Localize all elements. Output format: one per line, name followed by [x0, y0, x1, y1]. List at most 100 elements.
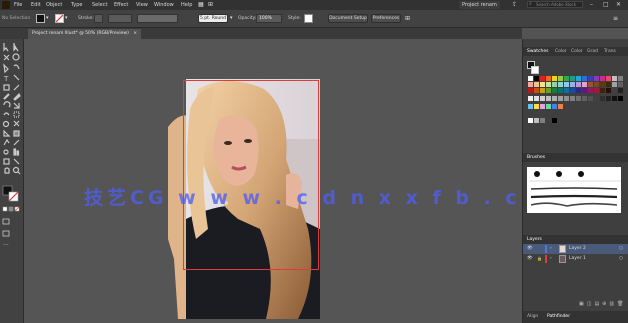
color-swatch[interactable] — [540, 88, 545, 93]
color-swatch[interactable] — [606, 82, 611, 87]
tab-transparency[interactable]: Trans — [604, 49, 616, 54]
color-swatch[interactable] — [534, 104, 539, 109]
canvas-area[interactable]: 技艺CG w w w . c d n x x f b . c n — [24, 39, 522, 323]
color-swatch[interactable] — [528, 118, 533, 123]
menu-select[interactable]: Select — [92, 2, 107, 8]
color-swatch[interactable] — [546, 104, 551, 109]
menu-object[interactable]: Object — [46, 2, 62, 8]
artboard-selection-bounds[interactable] — [183, 80, 319, 270]
color-swatch[interactable] — [612, 88, 617, 93]
color-swatch[interactable] — [552, 76, 557, 81]
menu-type[interactable]: Type — [71, 2, 82, 8]
color-swatch[interactable] — [576, 76, 581, 81]
opacity-input[interactable]: 100% — [256, 14, 282, 23]
tab-color[interactable]: Color — [555, 49, 567, 54]
layer-2-visibility-icon[interactable]: 👁 — [527, 244, 533, 254]
color-swatch[interactable] — [582, 88, 587, 93]
color-swatch[interactable] — [582, 82, 587, 87]
color-swatch[interactable] — [588, 96, 593, 101]
color-swatch[interactable] — [564, 88, 569, 93]
color-swatch[interactable] — [546, 88, 551, 93]
color-swatch[interactable] — [552, 104, 557, 109]
bridge-icon[interactable]: ▦ — [198, 1, 204, 8]
color-swatch[interactable] — [540, 76, 545, 81]
color-swatch[interactable] — [564, 96, 569, 101]
layer-row-layer-1[interactable]: 👁 🔒 › Layer 1 ○ — [523, 254, 628, 264]
color-swatch[interactable] — [612, 76, 617, 81]
color-swatch[interactable] — [588, 76, 593, 81]
color-swatch[interactable] — [558, 96, 563, 101]
color-swatch[interactable] — [558, 76, 563, 81]
color-swatch[interactable] — [600, 96, 605, 101]
color-swatch[interactable] — [570, 96, 575, 101]
color-swatch[interactable] — [534, 82, 539, 87]
color-swatch[interactable] — [546, 96, 551, 101]
tab-gradient[interactable]: Grad — [587, 49, 598, 54]
stroke-dropdown-icon[interactable]: ▾ — [65, 15, 68, 21]
color-swatch[interactable] — [552, 118, 557, 123]
color-swatch[interactable] — [600, 82, 605, 87]
color-swatch[interactable] — [576, 82, 581, 87]
minimize-icon[interactable]: – — [590, 1, 593, 8]
color-swatch[interactable] — [546, 76, 551, 81]
color-swatch[interactable] — [618, 88, 623, 93]
menu-file[interactable]: File — [14, 2, 22, 8]
color-swatch[interactable] — [528, 76, 533, 81]
color-swatch[interactable] — [528, 88, 533, 93]
color-swatch[interactable] — [582, 96, 587, 101]
color-swatch[interactable] — [540, 96, 545, 101]
color-swatch[interactable] — [552, 82, 557, 87]
tab-pathfinder[interactable]: Pathfinder — [547, 314, 570, 319]
layer-2-expand-icon[interactable]: › — [550, 244, 552, 254]
search-stock-input[interactable]: Search Adobe Stock — [527, 1, 583, 8]
color-swatch[interactable] — [588, 82, 593, 87]
color-swatch[interactable] — [540, 118, 545, 123]
menu-view[interactable]: View — [136, 2, 148, 8]
color-swatch[interactable] — [528, 96, 533, 101]
layer-1-lock-icon[interactable]: 🔒 — [537, 254, 542, 264]
color-swatch[interactable] — [600, 76, 605, 81]
color-swatch[interactable] — [564, 82, 569, 87]
color-swatch[interactable] — [606, 96, 611, 101]
layer-1-expand-icon[interactable]: › — [550, 254, 552, 264]
layer-2-name[interactable]: Layer 2 — [569, 244, 586, 254]
color-swatch[interactable] — [612, 96, 617, 101]
fill-color-swatch[interactable] — [36, 14, 45, 23]
arrange-documents-icon[interactable]: ⊞ — [405, 15, 410, 22]
layer-1-name[interactable]: Layer 1 — [569, 254, 586, 264]
close-icon[interactable]: ✕ — [616, 1, 621, 8]
color-swatch[interactable] — [546, 82, 551, 87]
color-swatch[interactable] — [588, 88, 593, 93]
layer-2-target-icon[interactable]: ○ — [619, 244, 623, 254]
variable-width-select[interactable] — [108, 14, 132, 23]
stroke-profile-select[interactable] — [137, 14, 178, 23]
layer-1-target-icon[interactable]: ○ — [619, 254, 623, 264]
color-swatch[interactable] — [570, 82, 575, 87]
color-swatch[interactable] — [618, 96, 623, 101]
panel-menu-icon[interactable]: ≡ — [613, 15, 618, 22]
tab-document[interactable]: Project renam Illust* @ 50% (RGB/Preview… — [28, 29, 142, 39]
tab-align[interactable]: Align — [527, 314, 538, 319]
color-swatch[interactable] — [558, 88, 563, 93]
color-swatch[interactable] — [540, 104, 545, 109]
color-swatch[interactable] — [606, 76, 611, 81]
color-swatch[interactable] — [594, 76, 599, 81]
color-swatch[interactable] — [558, 82, 563, 87]
stroke-color-swatch[interactable] — [55, 14, 64, 23]
color-swatch[interactable] — [570, 76, 575, 81]
brush-definition-select[interactable]: 5 pt. Round — [198, 14, 228, 23]
tab-close-icon[interactable]: × — [133, 31, 137, 36]
color-swatch[interactable] — [594, 82, 599, 87]
color-swatch[interactable] — [576, 96, 581, 101]
layer-row-layer-2[interactable]: 👁 › Layer 2 ○ — [523, 244, 628, 254]
color-swatch[interactable] — [528, 104, 533, 109]
color-swatch[interactable] — [612, 82, 617, 87]
color-swatch[interactable] — [534, 118, 539, 123]
color-swatch[interactable] — [564, 76, 569, 81]
color-swatch[interactable] — [528, 82, 533, 87]
stroke-weight-stepper[interactable] — [94, 14, 103, 23]
swatch-panel-stroke[interactable] — [531, 66, 539, 74]
color-swatch[interactable] — [552, 88, 557, 93]
menu-effect[interactable]: Effect — [114, 2, 128, 8]
color-swatch[interactable] — [576, 88, 581, 93]
